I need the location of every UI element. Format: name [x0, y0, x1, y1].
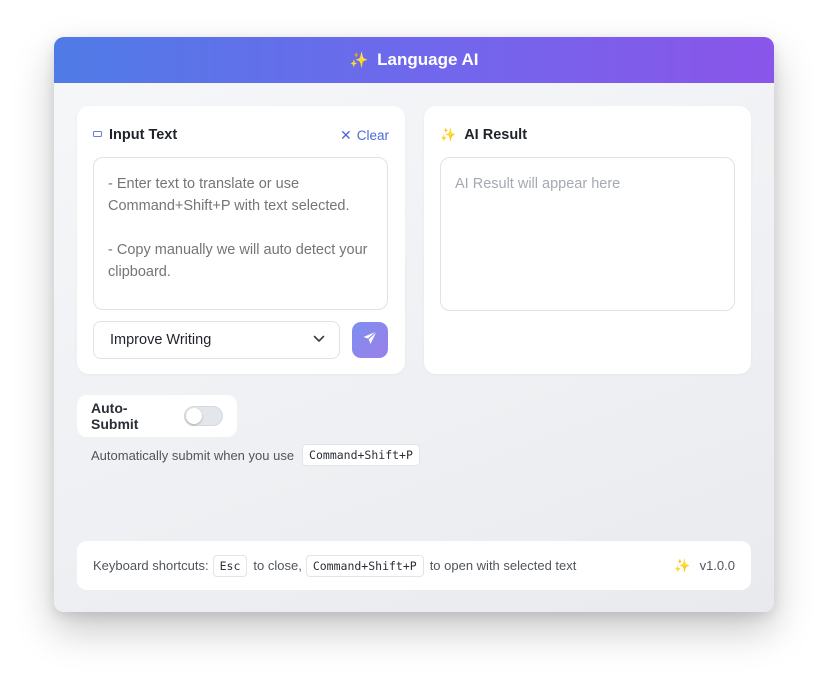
sparkles-icon: ✨ — [349, 52, 369, 69]
result-title: AI Result — [464, 127, 528, 143]
send-button[interactable] — [352, 322, 388, 358]
input-textarea[interactable] — [93, 157, 388, 310]
auto-submit-card: Auto-Submit — [77, 395, 237, 437]
footer-close-key: Esc — [212, 554, 248, 577]
sparkles-icon: ✨ — [674, 557, 691, 573]
auto-submit-description: Automatically submit when you use Comman… — [91, 444, 420, 466]
input-card: Input Text ✕ Clear Improve Writing — [77, 106, 405, 374]
footer-close-text: to close, — [253, 558, 302, 573]
close-icon: ✕ — [340, 126, 352, 143]
auto-submit-toggle[interactable] — [184, 406, 223, 426]
input-title: Input Text — [109, 127, 178, 143]
toggle-knob — [186, 408, 203, 424]
window-title: Language AI — [377, 50, 479, 69]
mode-select-value: Improve Writing — [110, 332, 212, 348]
footer-prefix: Keyboard shortcuts: — [93, 558, 209, 573]
sparkles-icon: ✨ — [440, 127, 457, 142]
paper-plane-icon — [362, 330, 378, 351]
keyboard-icon — [93, 131, 102, 137]
clear-label: Clear — [356, 127, 389, 143]
mode-select[interactable]: Improve Writing — [93, 321, 340, 359]
version-label: v1.0.0 — [699, 558, 735, 573]
auto-submit-label: Auto-Submit — [91, 400, 139, 432]
result-card-header: ✨ AI Result — [440, 125, 735, 145]
auto-submit-description-text: Automatically submit when you use — [91, 447, 295, 463]
title-bar: ✨ Language AI — [54, 37, 774, 83]
footer-open-text: to open with selected text — [429, 558, 577, 573]
footer-bar: Keyboard shortcuts: Esc to close, Comman… — [77, 541, 751, 590]
result-output: AI Result will appear here — [440, 157, 735, 311]
input-card-header: Input Text ✕ Clear — [93, 125, 389, 145]
chevron-down-icon — [313, 334, 325, 346]
footer-open-key: Command+Shift+P — [305, 554, 424, 577]
auto-submit-shortcut: Command+Shift+P — [302, 444, 420, 466]
clear-button[interactable]: ✕ Clear — [340, 127, 389, 144]
app-window: ✨ Language AI Input Text ✕ Clear Improve… — [54, 37, 774, 612]
result-card: ✨ AI Result AI Result will appear here — [424, 106, 751, 374]
version-info: ✨ v1.0.0 — [674, 558, 735, 574]
